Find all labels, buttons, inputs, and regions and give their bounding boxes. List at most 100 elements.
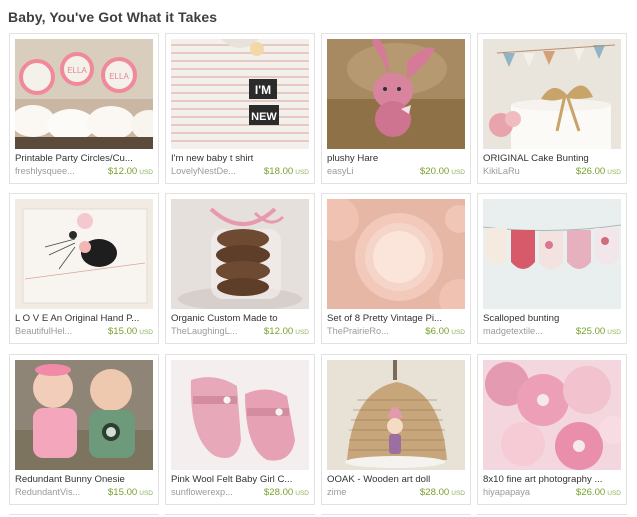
price-amount: $26.00	[575, 166, 606, 177]
cupcake-circle-text: ELLA	[67, 66, 87, 75]
product-title[interactable]: Organic Custom Made to	[171, 313, 311, 324]
price-currency: USD	[451, 169, 465, 176]
product-thumbnail-bunny-onesie[interactable]	[15, 360, 153, 470]
scalloped-bunting-image	[483, 199, 621, 309]
product-card[interactable]: Pink Wool Felt Baby Girl C... sunflowere…	[165, 354, 315, 505]
product-card[interactable]: L O V E An Original Hand P... BeautifulH…	[9, 193, 159, 344]
product-card[interactable]: OOAK - Wooden art doll zime $28.00 USD	[321, 354, 471, 505]
price-amount: $25.00	[575, 326, 606, 337]
product-title[interactable]: Scalloped bunting	[483, 313, 623, 324]
plushy-hare-image	[327, 39, 465, 149]
product-title[interactable]: Printable Party Circles/Cu...	[15, 153, 155, 164]
price-amount: $15.00	[107, 326, 138, 337]
shop-name[interactable]: TheLaughingL...	[171, 326, 251, 336]
product-thumbnail-baby-shirt[interactable]: I'M NEW	[171, 39, 309, 149]
shop-name[interactable]: sunflowerexp...	[171, 487, 251, 497]
shop-name[interactable]: ThePrairieRo...	[327, 326, 407, 336]
price-currency: USD	[139, 169, 153, 176]
shop-name[interactable]: freshlysquee...	[15, 166, 95, 176]
product-card[interactable]: ELLA ELLA Printable Party Circles/Cu... …	[9, 33, 159, 184]
shirt-letter-text: I'M	[255, 83, 271, 97]
shop-name[interactable]: zime	[327, 487, 407, 497]
price-amount: $18.00	[263, 166, 294, 177]
product-thumbnail-flower-photo[interactable]	[483, 360, 621, 470]
price-currency: USD	[607, 490, 621, 497]
shop-name[interactable]: KikiLaRu	[483, 166, 563, 176]
product-title[interactable]: Redundant Bunny Onesie	[15, 474, 155, 485]
price-currency: USD	[295, 490, 309, 497]
shop-name[interactable]: easyLi	[327, 166, 407, 176]
product-price: $25.00 USD	[576, 326, 621, 337]
product-price: $18.00 USD	[264, 166, 309, 177]
bunny-onesie-image	[15, 360, 153, 470]
shop-name[interactable]: LovelyNestDe...	[171, 166, 251, 176]
price-currency: USD	[295, 329, 309, 336]
product-price: $15.00 USD	[108, 487, 153, 498]
product-price: $20.00 USD	[420, 166, 465, 177]
price-currency: USD	[607, 169, 621, 176]
product-card[interactable]: ORIGINAL Cake Bunting KikiLaRu $26.00 USD	[477, 33, 627, 184]
product-card[interactable]: 8x10 fine art photography ... hiyapapaya…	[477, 354, 627, 505]
price-amount: $26.00	[575, 487, 606, 498]
product-price: $12.00 USD	[108, 166, 153, 177]
product-price: $15.00 USD	[108, 326, 153, 337]
price-amount: $20.00	[419, 166, 450, 177]
product-grid: ELLA ELLA Printable Party Circles/Cu... …	[0, 0, 637, 516]
price-currency: USD	[451, 329, 465, 336]
product-price: $26.00 USD	[576, 487, 621, 498]
product-title[interactable]: L O V E An Original Hand P...	[15, 313, 155, 324]
product-thumbnail-vintage-pins[interactable]	[327, 199, 465, 309]
product-card[interactable]: Organic Custom Made to TheLaughingL... $…	[165, 193, 315, 344]
product-thumbnail-felt-shoes[interactable]	[171, 360, 309, 470]
price-currency: USD	[139, 329, 153, 336]
shop-name[interactable]: madgetextile...	[483, 326, 563, 336]
shop-name[interactable]: BeautifulHel...	[15, 326, 95, 336]
cake-bunting-image	[483, 39, 621, 149]
love-card-image	[15, 199, 153, 309]
product-price: $28.00 USD	[420, 487, 465, 498]
shop-name[interactable]: hiyapapaya	[483, 487, 563, 497]
price-amount: $15.00	[107, 487, 138, 498]
flower-photo-image	[483, 360, 621, 470]
baby-shirt-image: I'M NEW	[171, 39, 309, 149]
product-title[interactable]: plushy Hare	[327, 153, 467, 164]
product-title[interactable]: 8x10 fine art photography ...	[483, 474, 623, 485]
product-title[interactable]: OOAK - Wooden art doll	[327, 474, 467, 485]
product-thumbnail-love-card[interactable]	[15, 199, 153, 309]
price-amount: $28.00	[263, 487, 294, 498]
cookies-image	[171, 199, 309, 309]
product-thumbnail-cake-bunting[interactable]	[483, 39, 621, 149]
product-thumbnail-art-doll[interactable]	[327, 360, 465, 470]
felt-shoes-image	[171, 360, 309, 470]
price-currency: USD	[295, 169, 309, 176]
price-currency: USD	[607, 329, 621, 336]
product-card[interactable]: Set of 8 Pretty Vintage Pi... ThePrairie…	[321, 193, 471, 344]
price-amount: $28.00	[419, 487, 450, 498]
product-thumbnail-scalloped-bunting[interactable]	[483, 199, 621, 309]
price-currency: USD	[451, 490, 465, 497]
product-card[interactable]: Redundant Bunny Onesie RedundantVis... $…	[9, 354, 159, 505]
product-price: $6.00 USD	[425, 326, 465, 337]
product-thumbnail-cupcakes[interactable]: ELLA ELLA	[15, 39, 153, 149]
price-currency: USD	[139, 490, 153, 497]
product-card[interactable]: Scalloped bunting madgetextile... $25.00…	[477, 193, 627, 344]
product-title[interactable]: ORIGINAL Cake Bunting	[483, 153, 623, 164]
product-title[interactable]: I'm new baby t shirt	[171, 153, 311, 164]
product-title[interactable]: Set of 8 Pretty Vintage Pi...	[327, 313, 467, 324]
price-amount: $12.00	[107, 166, 138, 177]
product-card[interactable]: plushy Hare easyLi $20.00 USD	[321, 33, 471, 184]
art-doll-image	[327, 360, 465, 470]
vintage-pins-image	[327, 199, 465, 309]
shop-name[interactable]: RedundantVis...	[15, 487, 95, 497]
shirt-letter-text: NEW	[251, 111, 277, 123]
cupcakes-image: ELLA ELLA	[15, 39, 153, 149]
product-thumbnail-cookies[interactable]	[171, 199, 309, 309]
price-amount: $6.00	[425, 326, 450, 337]
product-card[interactable]: I'M NEW I'm new baby t shirt LovelyNestD…	[165, 33, 315, 184]
product-thumbnail-plushy-hare[interactable]	[327, 39, 465, 149]
product-price: $12.00 USD	[264, 326, 309, 337]
product-title[interactable]: Pink Wool Felt Baby Girl C...	[171, 474, 311, 485]
product-price: $28.00 USD	[264, 487, 309, 498]
product-price: $26.00 USD	[576, 166, 621, 177]
price-amount: $12.00	[263, 326, 294, 337]
